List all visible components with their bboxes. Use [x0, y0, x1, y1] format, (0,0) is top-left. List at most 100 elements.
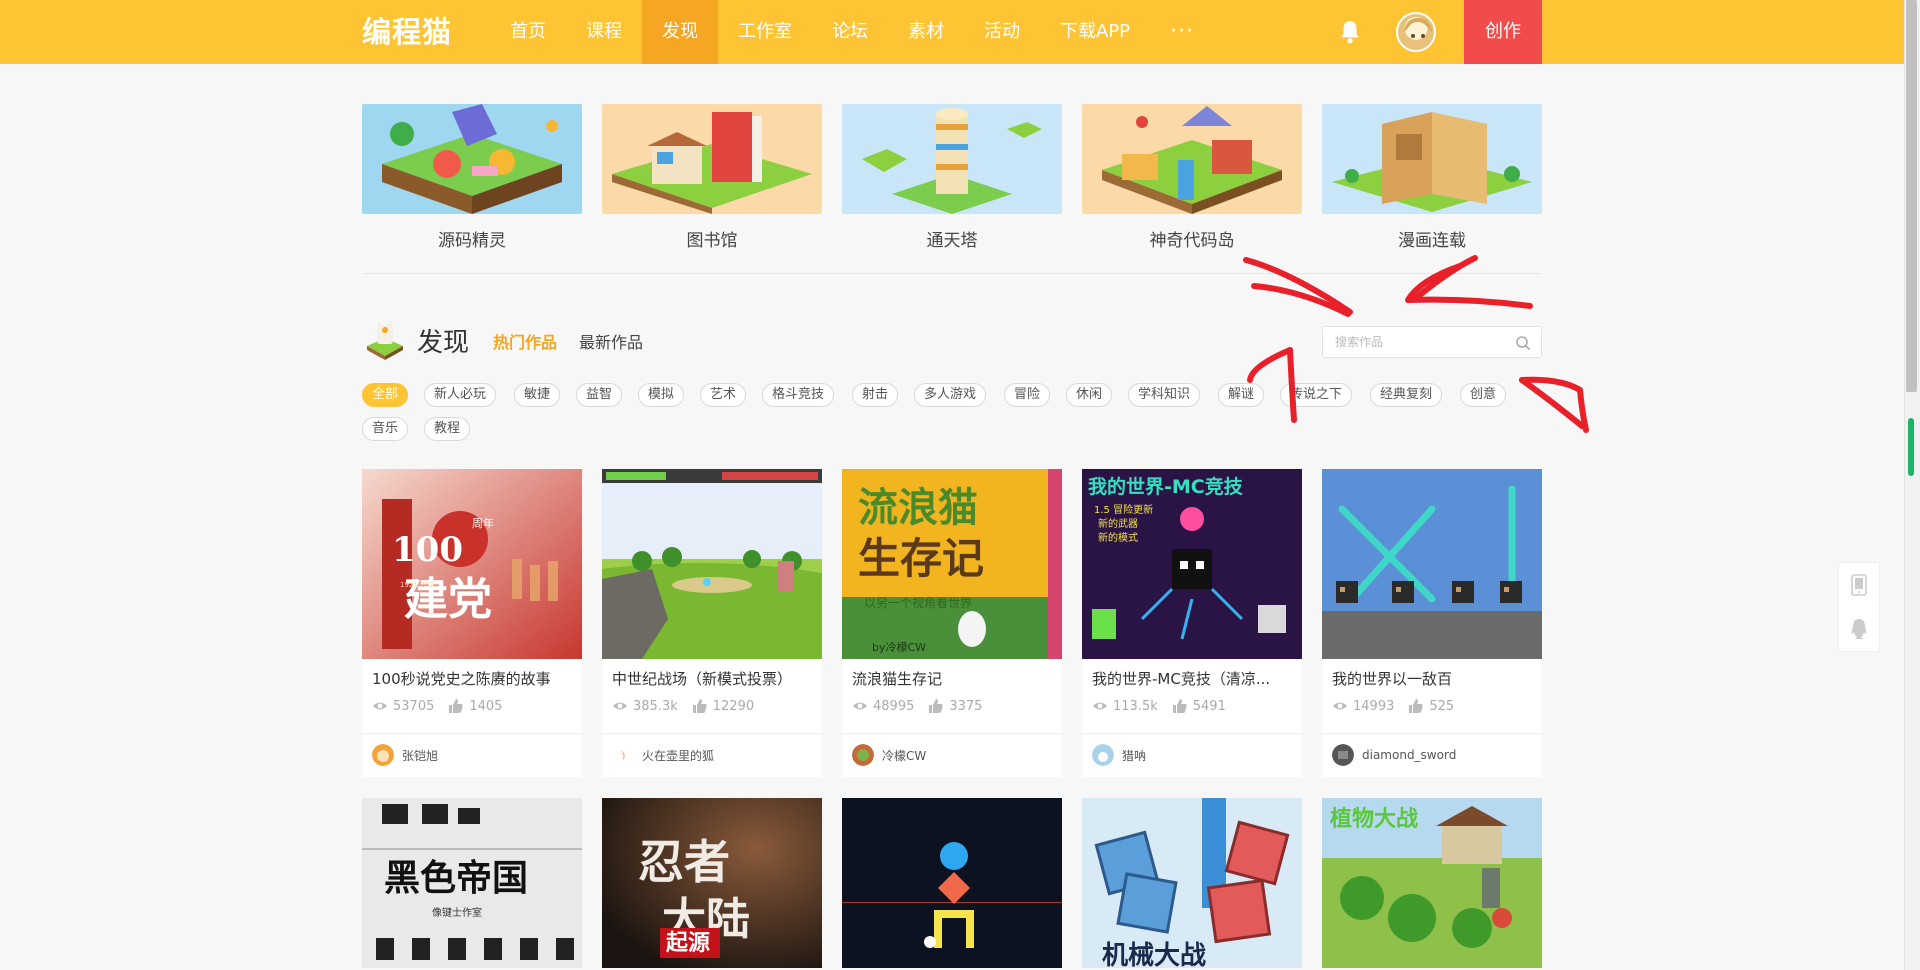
work-card[interactable]: 机械大战	[1082, 798, 1302, 968]
feature-library[interactable]: 图书馆	[602, 104, 822, 251]
work-author[interactable]: 火在壶里的狐	[612, 743, 714, 767]
cover-weapons: 新的武器	[1098, 517, 1138, 530]
discover-title: 发现	[417, 328, 470, 358]
card-divider	[842, 733, 1062, 734]
card-divider	[602, 733, 822, 734]
category-tag[interactable]: 学科知识	[1128, 383, 1201, 407]
category-tag[interactable]: 艺术	[700, 383, 747, 407]
bell-icon[interactable]	[1337, 19, 1363, 45]
feature-label: 神奇代码岛	[1149, 231, 1235, 251]
category-tag[interactable]: 休闲	[1066, 383, 1113, 407]
category-tag[interactable]: 传说之下	[1280, 383, 1353, 407]
category-tag[interactable]: 新人必玩	[424, 383, 497, 407]
work-card[interactable]	[842, 798, 1062, 968]
work-stats: 14993 525	[1332, 698, 1454, 714]
nav-courses[interactable]: 课程	[566, 0, 642, 64]
nav-forum[interactable]: 论坛	[812, 0, 888, 64]
feature-tower[interactable]: 通天塔	[842, 104, 1062, 251]
work-author[interactable]: 冷檬CW	[852, 743, 926, 767]
nav-studio[interactable]: 工作室	[718, 0, 812, 64]
category-tag[interactable]: 益智	[576, 383, 623, 407]
work-title: 流浪猫生存记	[852, 670, 943, 688]
user-avatar[interactable]	[1396, 12, 1436, 52]
feature-image	[1082, 104, 1302, 214]
work-author[interactable]: 猎呐	[1092, 743, 1146, 767]
nav-events[interactable]: 活动	[964, 0, 1040, 64]
cover-100: 100	[392, 530, 463, 570]
nav-home[interactable]: 首页	[490, 0, 566, 64]
cover-title-line1: 忍者	[638, 835, 730, 889]
thumbs-up-icon	[692, 699, 707, 713]
nav-materials[interactable]: 素材	[888, 0, 964, 64]
cover-subtitle: 以另一个视角看世界	[864, 595, 972, 610]
work-stats: 113.5k 5491	[1092, 698, 1226, 714]
like-count: 5491	[1192, 698, 1226, 714]
work-cover: 机械大战	[1082, 798, 1302, 968]
feature-image	[602, 104, 822, 214]
thumbs-up-icon	[1409, 699, 1424, 713]
cover-modes: 新的模式	[1098, 531, 1138, 544]
feature-code-island[interactable]: 神奇代码岛	[1082, 104, 1302, 251]
tab-hot-works[interactable]: 热门作品	[493, 329, 557, 353]
site-logo[interactable]: 编程猫	[362, 12, 452, 52]
category-tag[interactable]: 经典复刻	[1370, 383, 1443, 407]
create-button[interactable]: 创作	[1464, 0, 1542, 64]
work-cover: 忍者 大陆 起源	[602, 798, 822, 968]
category-tag[interactable]: 冒险	[1004, 383, 1051, 407]
category-tag[interactable]: 创意	[1460, 383, 1507, 407]
work-card[interactable]: 中世纪战场（新模式投票） 385.3k 12290 火在壶里的狐	[602, 469, 822, 777]
cover-tag: 起源	[665, 930, 710, 956]
work-card[interactable]: 100 周年 建党 1921-2021 100秒说党史之陈赓的故事 53705 …	[362, 469, 582, 777]
author-name: 冷檬CW	[882, 748, 927, 763]
eye-icon	[373, 702, 387, 710]
search-icon[interactable]	[1515, 335, 1531, 351]
cover-title: 黑色帝国	[384, 858, 528, 899]
category-tag[interactable]: 解谜	[1218, 383, 1265, 407]
search-input[interactable]	[1323, 327, 1503, 357]
feature-comics[interactable]: 漫画连载	[1322, 104, 1542, 251]
work-title: 我的世界-MC竞技（清凉...	[1092, 670, 1271, 688]
work-card[interactable]: 忍者 大陆 起源	[602, 798, 822, 968]
feature-source-sprite[interactable]: 源码精灵	[362, 104, 582, 251]
work-title: 中世纪战场（新模式投票）	[612, 670, 793, 688]
discover-cat-icon	[367, 320, 403, 360]
work-cover	[602, 469, 822, 659]
side-toolbar	[1838, 562, 1880, 652]
category-tag[interactable]: 射击	[852, 383, 899, 407]
author-name: 火在壶里的狐	[642, 748, 715, 763]
category-tag-all[interactable]: 全部	[362, 383, 409, 407]
nav-more-button[interactable]: ···	[1150, 0, 1214, 64]
work-card[interactable]: 我的世界-MC竞技 1.5 冒险更新 新的武器 新的模式 我的世界-MC竞技（清…	[1082, 469, 1302, 777]
nav-discover[interactable]: 发现	[642, 0, 718, 64]
category-tag[interactable]: 多人游戏	[914, 383, 987, 407]
view-count: 48995	[873, 698, 915, 714]
category-tag[interactable]: 教程	[424, 417, 471, 441]
card-divider	[362, 733, 582, 734]
category-tag[interactable]: 敏捷	[514, 383, 561, 407]
work-card[interactable]: 黑色帝国 像键士作室	[362, 798, 582, 968]
work-cover: 黑色帝国 像键士作室	[362, 798, 582, 968]
category-tag[interactable]: 格斗竞技	[762, 383, 835, 407]
work-card[interactable]: 植物大战	[1322, 798, 1542, 968]
category-tag[interactable]: 模拟	[638, 383, 685, 407]
cover-years: 1921-2021	[400, 581, 438, 589]
category-tag[interactable]: 音乐	[362, 417, 409, 441]
mobile-download-button[interactable]	[1839, 563, 1879, 607]
work-cover	[1322, 469, 1542, 659]
work-card[interactable]: 流浪猫 生存记 以另一个视角看世界 by冷檬CW 流浪猫生存记 48995 33…	[842, 469, 1062, 777]
cover-title: 植物大战	[1330, 806, 1418, 832]
feature-row: 源码精灵 图书馆 通天塔 神奇代码岛 漫画连载	[362, 104, 1542, 274]
scrollbar-thumb[interactable]	[1906, 0, 1917, 392]
view-count: 385.3k	[633, 698, 678, 714]
tab-new-works[interactable]: 最新作品	[579, 329, 643, 353]
author-name: 猎呐	[1122, 748, 1147, 763]
work-card[interactable]: 我的世界以一敌百 14993 525 diamond_sword	[1322, 469, 1542, 777]
cover-title: 我的世界-MC竞技	[1088, 475, 1244, 498]
qq-contact-button[interactable]	[1839, 607, 1879, 651]
work-author[interactable]: diamond_sword	[1332, 743, 1456, 767]
cover-zhounian: 周年	[472, 516, 494, 530]
card-divider	[1322, 733, 1542, 734]
eye-icon	[853, 702, 867, 710]
work-author[interactable]: 张铠旭	[372, 743, 438, 767]
nav-download-app[interactable]: 下载APP	[1040, 0, 1150, 64]
